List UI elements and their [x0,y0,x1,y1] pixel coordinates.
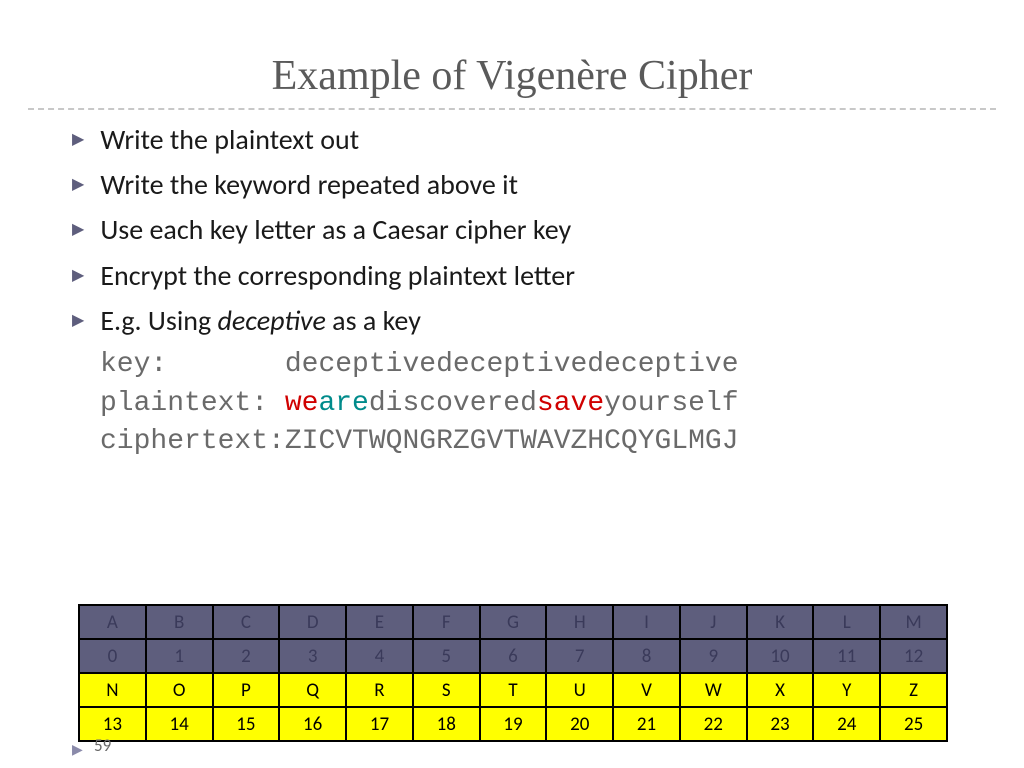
table-cell: 17 [346,707,413,741]
slide: Example of Vigenère Cipher ▶ Write the p… [0,0,1024,768]
table-cell: R [346,673,413,707]
table-cell: Y [813,673,880,707]
table-cell: U [546,673,613,707]
table-cell: 2 [213,639,280,673]
alphabet-table: A B C D E F G H I J K L M 0 1 2 3 4 5 6 … [78,604,948,742]
table-cell: S [413,673,480,707]
table-cell: V [613,673,680,707]
table-cell: H [546,605,613,639]
table-cell: 22 [680,707,747,741]
table-cell: 15 [213,707,280,741]
ciphertext-label: ciphertext: [100,426,285,457]
table-cell: L [813,605,880,639]
table-cell: N [79,673,146,707]
table-cell: 23 [747,707,814,741]
table-cell: 5 [413,639,480,673]
bullet-text: Use each key letter as a Caesar cipher k… [100,210,571,249]
nav-arrow-icon: ▶ [72,741,83,758]
table-cell: 4 [346,639,413,673]
table-cell: E [346,605,413,639]
table-cell: Q [279,673,346,707]
cipher-example: key: deceptivedeceptivedeceptive plainte… [0,346,1024,462]
table-cell: 1 [146,639,213,673]
bullet-item: ▶ Use each key letter as a Caesar cipher… [72,210,984,249]
table-cell: G [480,605,547,639]
table-cell: 12 [880,639,947,673]
table-cell: K [747,605,814,639]
plaintext-seg: we [285,388,319,419]
bullet-item: ▶ Encrypt the corresponding plaintext le… [72,256,984,295]
table-cell: 3 [279,639,346,673]
table-cell: 21 [613,707,680,741]
table-cell: 18 [413,707,480,741]
table-row: A B C D E F G H I J K L M [79,605,947,639]
table-cell: 20 [546,707,613,741]
table-cell: B [146,605,213,639]
table-row: 13 14 15 16 17 18 19 20 21 22 23 24 25 [79,707,947,741]
triangle-icon: ▶ [72,129,84,151]
bullet-text: Write the plaintext out [100,120,359,159]
plaintext-seg: discovered [369,388,537,419]
bullet-text: Encrypt the corresponding plaintext lett… [100,256,575,295]
bullet-text: Write the keyword repeated above it [100,165,518,204]
plaintext-seg: save [537,388,604,419]
ciphertext-value: ZICVTWQNGRZGVTWAVZHCQYGLMGJ [285,426,739,457]
table-cell: J [680,605,747,639]
table-cell: W [680,673,747,707]
triangle-icon: ▶ [72,219,84,241]
table-cell: 7 [546,639,613,673]
title-divider [28,108,996,110]
table-cell: 10 [747,639,814,673]
triangle-icon: ▶ [72,174,84,196]
table-cell: F [413,605,480,639]
bullet-item: ▶ Write the plaintext out [72,120,984,159]
table-cell: Z [880,673,947,707]
table-cell: 11 [813,639,880,673]
table-cell: X [747,673,814,707]
key-label: key: [100,349,285,380]
bullet-item: ▶ E.g. Using deceptive as a key [72,301,984,340]
table-cell: C [213,605,280,639]
table-cell: 25 [880,707,947,741]
table-cell: 16 [279,707,346,741]
table-cell: A [79,605,146,639]
table-cell: 8 [613,639,680,673]
table-cell: T [480,673,547,707]
table-row: N O P Q R S T U V W X Y Z [79,673,947,707]
plaintext-seg: yourself [604,388,738,419]
triangle-icon: ▶ [72,265,84,287]
bullet-item: ▶ Write the keyword repeated above it [72,165,984,204]
plaintext-label: plaintext: [100,388,285,419]
table-cell: 13 [79,707,146,741]
bullet-list: ▶ Write the plaintext out ▶ Write the ke… [0,120,1024,340]
key-value: deceptivedeceptivedeceptive [285,349,739,380]
table-cell: I [613,605,680,639]
table-cell: 24 [813,707,880,741]
triangle-icon: ▶ [72,310,84,332]
table-cell: 9 [680,639,747,673]
table-cell: D [279,605,346,639]
bullet-text: E.g. Using deceptive as a key [100,301,421,340]
table-row: 0 1 2 3 4 5 6 7 8 9 10 11 12 [79,639,947,673]
page-title: Example of Vigenère Cipher [0,0,1024,108]
table-cell: P [213,673,280,707]
table-cell: O [146,673,213,707]
table-cell: 6 [480,639,547,673]
plaintext-seg: are [318,388,368,419]
table-cell: 14 [146,707,213,741]
table-cell: 19 [480,707,547,741]
table-cell: 0 [79,639,146,673]
table-cell: M [880,605,947,639]
page-number: 59 [94,735,111,756]
